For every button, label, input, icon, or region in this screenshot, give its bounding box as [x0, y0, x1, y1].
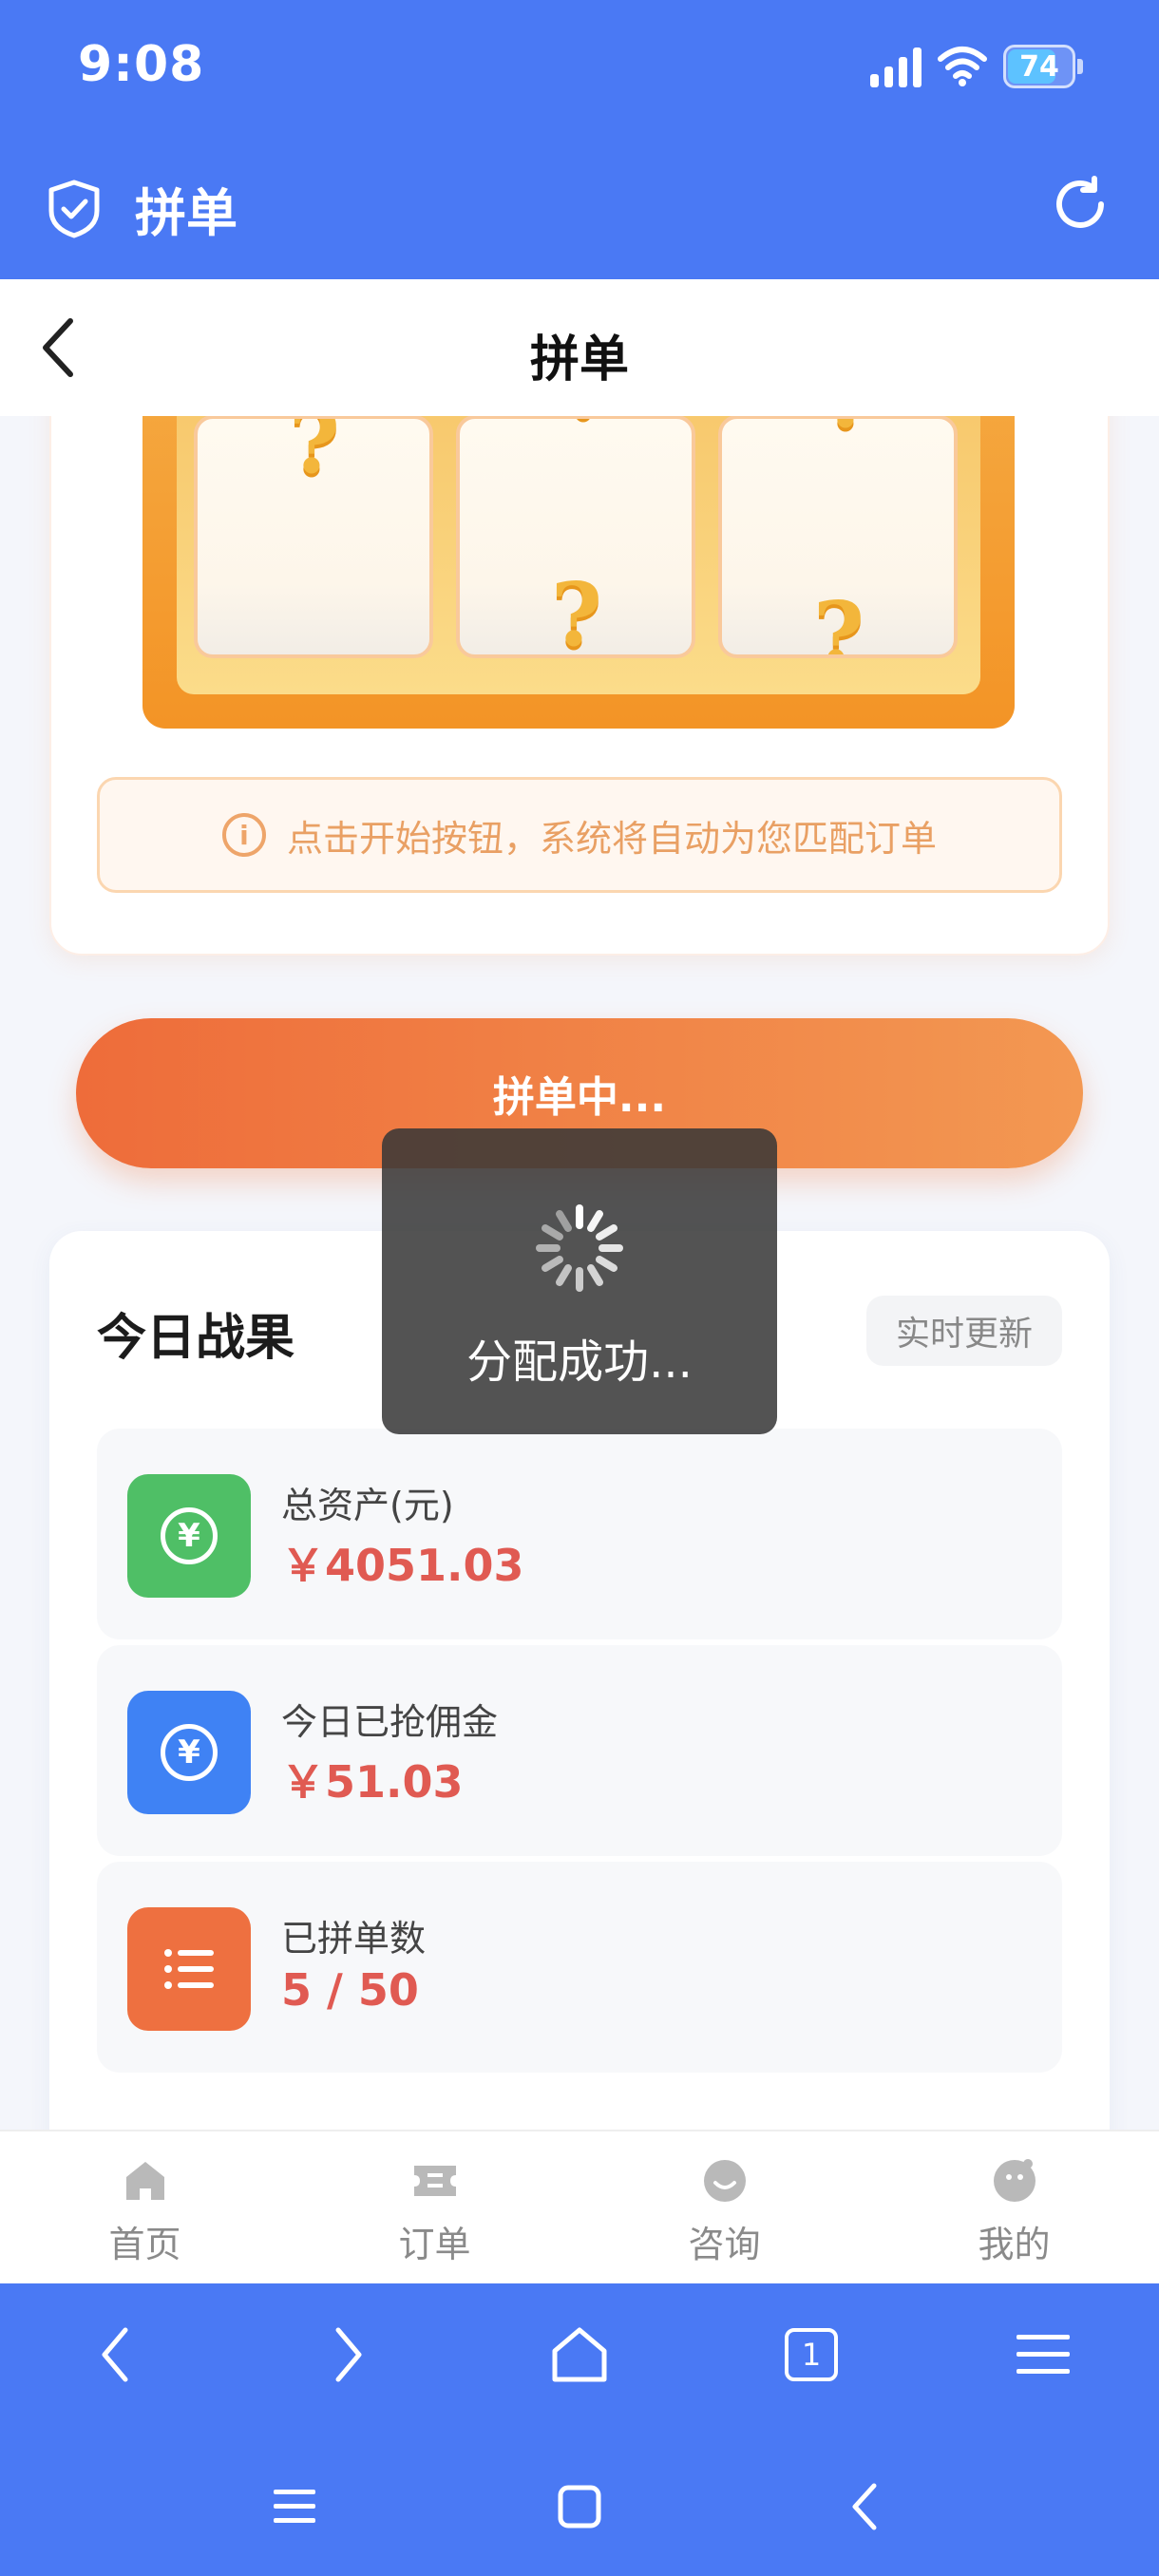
stats-title: 今日战果	[97, 1310, 295, 1367]
back-arrow-icon	[852, 2483, 877, 2530]
ticket-icon	[413, 2166, 456, 2196]
stat-label: 今日已抢佣金	[281, 1701, 499, 1743]
stat-row-total-assets: ¥ 总资产(元) ￥4051.03	[97, 1429, 1062, 1639]
yen-icon: ¥	[161, 1724, 218, 1781]
tab-label: 订单	[398, 2224, 471, 2265]
tip-box: i 点击开始按钮，系统将自动为您匹配订单	[97, 777, 1062, 893]
stat-label: 已拼单数	[281, 1918, 427, 1960]
info-icon: i	[221, 813, 266, 857]
slot-reel-3: ? ?	[718, 415, 958, 658]
tab-label: 首页	[108, 2224, 181, 2265]
question-mark: ?	[823, 419, 874, 447]
signal-icon	[870, 46, 922, 87]
battery-icon: 74	[1003, 45, 1075, 88]
bottom-tab-bar: 首页 订单 咨询 我的	[0, 2130, 1159, 2283]
realtime-badge: 实时更新	[866, 1296, 1062, 1366]
chevron-left-icon	[102, 2327, 128, 2382]
system-nav	[0, 2464, 1159, 2549]
tab-consult[interactable]: 咨询	[580, 2131, 869, 2283]
stat-icon-bg	[127, 1907, 251, 2031]
stat-row-order-count: 已拼单数 5 / 50	[97, 1862, 1062, 2073]
stat-icon-bg: ¥	[127, 1474, 251, 1598]
toast-text: 分配成功...	[466, 1335, 693, 1389]
yen-icon: ¥	[161, 1507, 218, 1564]
status-icons: 74	[870, 42, 1083, 91]
stat-value: ￥4051.03	[281, 1540, 524, 1591]
home-icon	[125, 2162, 164, 2200]
tab-label: 我的	[978, 2224, 1051, 2265]
slot-reel-2: ? ?	[456, 415, 695, 658]
page-header: 拼单	[0, 279, 1159, 416]
battery-level: 74	[1019, 49, 1059, 84]
tab-home[interactable]: 首页	[0, 2131, 290, 2283]
chat-icon	[703, 2160, 746, 2202]
tip-text: 点击开始按钮，系统将自动为您匹配订单	[286, 817, 937, 860]
menu-icon	[1016, 2335, 1070, 2374]
app-top-bar: 9:08 74 拼单	[0, 0, 1159, 279]
system-back-button[interactable]	[822, 2464, 907, 2549]
stat-value: ￥51.03	[281, 1756, 464, 1808]
browser-home-button[interactable]	[537, 2312, 622, 2397]
spinner-icon	[536, 1204, 623, 1292]
browser-tabs-button[interactable]: 1	[769, 2312, 854, 2397]
tab-label: 咨询	[688, 2224, 761, 2265]
tabs-count-icon: 1	[785, 2328, 838, 2381]
slot-reel-1: ?	[194, 415, 433, 658]
status-time: 9:08	[78, 36, 205, 93]
tab-orders[interactable]: 订单	[290, 2131, 580, 2283]
app-title-row: 拼单	[46, 171, 238, 246]
browser-nav-bar: 1	[0, 2283, 1159, 2576]
square-icon	[558, 2485, 601, 2529]
system-home-button[interactable]	[537, 2464, 622, 2549]
loading-toast: 分配成功...	[382, 1128, 777, 1434]
stat-icon-bg: ¥	[127, 1691, 251, 1814]
browser-back-button[interactable]	[73, 2312, 159, 2397]
question-mark: ?	[560, 419, 612, 438]
profile-icon	[993, 2159, 1036, 2202]
stat-label: 总资产(元)	[281, 1485, 454, 1526]
shield-check-icon	[48, 180, 100, 237]
tab-profile[interactable]: 我的	[869, 2131, 1159, 2283]
refresh-icon[interactable]	[1049, 173, 1112, 236]
page-title: 拼单	[529, 331, 629, 388]
recents-icon	[274, 2490, 315, 2523]
question-mark: ?	[551, 563, 602, 658]
home-outline-icon	[552, 2327, 607, 2382]
system-recents-button[interactable]	[252, 2464, 337, 2549]
browser-menu-button[interactable]	[1000, 2312, 1086, 2397]
stat-row-commission: ¥ 今日已抢佣金 ￥51.03	[97, 1645, 1062, 1856]
question-mark: ?	[813, 582, 864, 658]
browser-forward-button[interactable]	[305, 2312, 390, 2397]
question-mark: ?	[289, 415, 340, 493]
browser-toolbar: 1	[0, 2312, 1159, 2397]
battery-cap	[1077, 59, 1083, 74]
tab-count: 1	[801, 2337, 822, 2373]
app-title: 拼单	[135, 183, 238, 243]
stat-value: 5 / 50	[281, 1964, 419, 2016]
list-icon	[164, 1949, 214, 1989]
wifi-icon	[938, 47, 987, 86]
chevron-right-icon	[335, 2327, 362, 2382]
